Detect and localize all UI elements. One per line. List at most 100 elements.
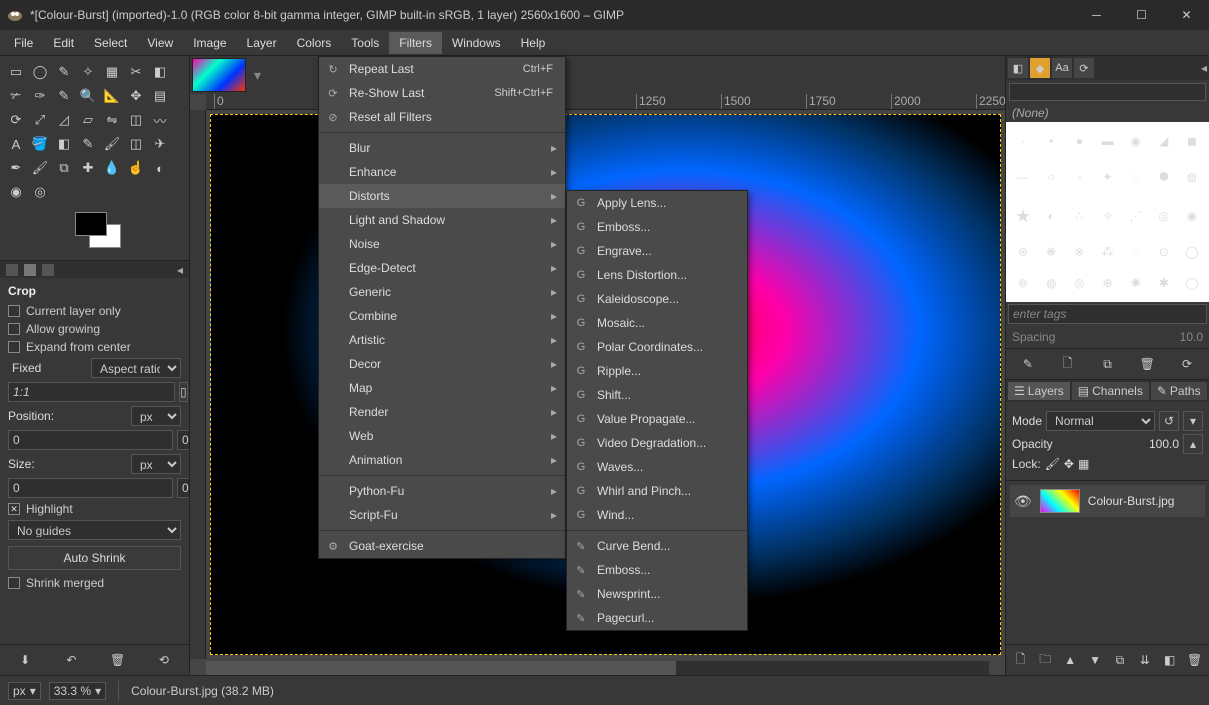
tab-paths[interactable]: ✎Paths <box>1151 382 1207 400</box>
tool-ellipse-select[interactable]: ◯ <box>29 61 51 83</box>
brush-delete-icon[interactable]: 🗑 <box>1138 355 1156 373</box>
tool-by-color[interactable]: ▦ <box>101 61 123 83</box>
zoom-select[interactable]: 33.3 %▾ <box>49 682 106 700</box>
distorts-whirl-and-pinch[interactable]: GWhirl and Pinch... <box>567 479 747 503</box>
ratio-input[interactable] <box>8 382 175 402</box>
distorts-polar-coordinates[interactable]: GPolar Coordinates... <box>567 335 747 359</box>
tool-measure[interactable]: 📐 <box>101 85 123 107</box>
dock-menu-icon[interactable]: ◂ <box>1201 61 1207 75</box>
filters-decor[interactable]: Decor▸ <box>319 352 565 376</box>
tool-rect-select[interactable]: ▭ <box>5 61 27 83</box>
tab-channels[interactable]: ▤Channels <box>1072 382 1149 400</box>
filters-python-fu[interactable]: Python-Fu▸ <box>319 479 565 503</box>
filters-render[interactable]: Render▸ <box>319 400 565 424</box>
menu-image[interactable]: Image <box>183 32 236 54</box>
tool-free-select[interactable]: ✎ <box>53 61 75 83</box>
tool-bucket[interactable]: 🪣 <box>29 133 51 155</box>
layer-mode-select[interactable]: Normal <box>1046 411 1155 431</box>
filters-map[interactable]: Map▸ <box>319 376 565 400</box>
unit-select[interactable]: px▾ <box>8 682 41 700</box>
tool-move[interactable]: ✥ <box>125 85 147 107</box>
tool-color-picker[interactable]: ✎ <box>53 85 75 107</box>
distorts-curve-bend[interactable]: ✎Curve Bend... <box>567 534 747 558</box>
scrollbar-horizontal[interactable] <box>206 661 989 675</box>
filters-goat-exercise[interactable]: ⚙Goat-exercise <box>319 534 565 558</box>
menu-select[interactable]: Select <box>84 32 137 54</box>
filters-generic[interactable]: Generic▸ <box>319 280 565 304</box>
tool-crop[interactable]: ✃ <box>5 85 27 107</box>
distorts-apply-lens[interactable]: GApply Lens... <box>567 191 747 215</box>
menu-edit[interactable]: Edit <box>43 32 84 54</box>
new-tab-icon[interactable]: ▾ <box>250 63 265 88</box>
distorts-video-degradation[interactable]: GVideo Degradation... <box>567 431 747 455</box>
menu-filters[interactable]: Filters <box>389 32 442 54</box>
visibility-icon[interactable]: 👁 <box>1014 493 1032 510</box>
distorts-ripple[interactable]: GRipple... <box>567 359 747 383</box>
layer-merge-icon[interactable]: ⇊ <box>1136 651 1154 669</box>
distorts-shift[interactable]: GShift... <box>567 383 747 407</box>
cb-expand-center[interactable] <box>8 341 20 353</box>
tool-text[interactable]: A <box>5 133 27 155</box>
filters-distorts[interactable]: Distorts▸ <box>319 184 565 208</box>
filters-light-and-shadow[interactable]: Light and Shadow▸ <box>319 208 565 232</box>
tool-heal[interactable]: ✚ <box>77 157 99 179</box>
menu-windows[interactable]: Windows <box>442 32 511 54</box>
tab-fonts[interactable]: Aa <box>1052 58 1072 78</box>
size-unit-select[interactable]: px <box>131 454 181 474</box>
cb-shrink-merged[interactable] <box>8 577 20 589</box>
tool-smudge[interactable]: ☝ <box>125 157 147 179</box>
filters-noise[interactable]: Noise▸ <box>319 232 565 256</box>
menu-layer[interactable]: Layer <box>237 32 287 54</box>
distorts-mosaic[interactable]: GMosaic... <box>567 311 747 335</box>
tool-ink[interactable]: ✒ <box>5 157 27 179</box>
filters-blur[interactable]: Blur▸ <box>319 136 565 160</box>
pos-y-input[interactable] <box>177 430 189 450</box>
image-tab-colour-burst[interactable] <box>192 58 246 92</box>
tool-paintbrush[interactable]: 🖌 <box>101 133 123 155</box>
brush-refresh-icon[interactable]: ⟳ <box>1178 355 1196 373</box>
tab-brushes[interactable]: ◧ <box>1008 58 1028 78</box>
save-options-icon[interactable]: ⬇ <box>16 651 34 669</box>
auto-shrink-button[interactable]: Auto Shrink <box>8 546 181 570</box>
tool-rotate[interactable]: ⟳ <box>5 109 27 131</box>
tool-more-2[interactable]: ◎ <box>29 181 51 203</box>
distorts-pagecurl[interactable]: ✎Pagecurl... <box>567 606 747 630</box>
distorts-value-propagate[interactable]: GValue Propagate... <box>567 407 747 431</box>
tool-scissors[interactable]: ✂ <box>125 61 147 83</box>
tool-gradient[interactable]: ◧ <box>53 133 75 155</box>
tool-zoom[interactable]: 🔍 <box>77 85 99 107</box>
menu-file[interactable]: File <box>4 32 43 54</box>
lock-move-icon[interactable]: ✥ <box>1064 457 1074 471</box>
opacity-spin-icon[interactable]: ▴ <box>1183 434 1203 454</box>
layer-duplicate-icon[interactable]: ⧉ <box>1111 651 1129 669</box>
tool-clone[interactable]: ⧉ <box>53 157 75 179</box>
filters-animation[interactable]: Animation▸ <box>319 448 565 472</box>
tab-extra[interactable] <box>42 264 54 276</box>
minimize-button[interactable]: ─ <box>1074 0 1119 30</box>
guides-select[interactable]: No guides <box>8 520 181 540</box>
brush-filter-input[interactable] <box>1009 83 1206 101</box>
cb-highlight[interactable] <box>8 503 20 515</box>
filters-combine[interactable]: Combine▸ <box>319 304 565 328</box>
menu-tools[interactable]: Tools <box>341 32 389 54</box>
brush-grid[interactable]: ·•●▬◉◢◼ —○◦✦◌●◍ ★◐∴✧⋰◎◉ ⊛❋※⁂◌⊙◯ ⊚◍◎⊕✺✱◯ <box>1006 122 1209 302</box>
tool-cage[interactable]: ◫ <box>125 109 147 131</box>
mode-switch-icon[interactable]: ↺ <box>1159 411 1179 431</box>
distorts-newsprint[interactable]: ✎Newsprint... <box>567 582 747 606</box>
size-h-input[interactable] <box>177 478 189 498</box>
lock-paint-icon[interactable]: 🖌 <box>1045 457 1060 471</box>
layer-mask-icon[interactable]: ◧ <box>1161 651 1179 669</box>
maximize-button[interactable]: ☐ <box>1119 0 1164 30</box>
mode-menu-icon[interactable]: ▾ <box>1183 411 1203 431</box>
undo-options-icon[interactable]: ↶ <box>62 651 80 669</box>
tool-scale[interactable]: ⤢ <box>29 109 51 131</box>
tool-flip[interactable]: ⇋ <box>101 109 123 131</box>
tool-shear[interactable]: ◿ <box>53 109 75 131</box>
layer-delete-icon[interactable]: 🗑 <box>1186 651 1204 669</box>
tool-blur[interactable]: 💧 <box>101 157 123 179</box>
filters-artistic[interactable]: Artistic▸ <box>319 328 565 352</box>
layer-group-icon[interactable]: 🗀 <box>1036 651 1054 669</box>
tab-menu-icon[interactable]: ◂ <box>177 263 183 277</box>
tool-paths[interactable]: ✑ <box>29 85 51 107</box>
tab-history[interactable]: ⟳ <box>1074 58 1094 78</box>
